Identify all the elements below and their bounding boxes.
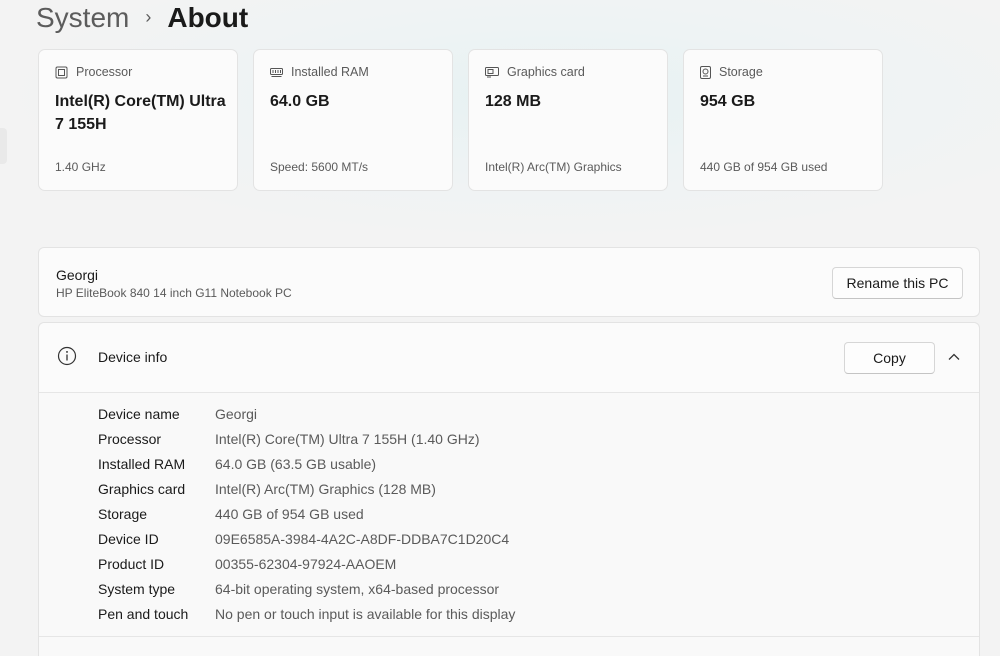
ram-card-title: Installed RAM: [291, 65, 369, 79]
page-title: About: [167, 2, 249, 33]
info-value: 64-bit operating system, x64-based proce…: [215, 580, 500, 597]
pc-name-card: Georgi HP EliteBook 840 14 inch G11 Note…: [38, 247, 980, 317]
device-info-panel: Device info Copy Device name Georgi Proc…: [38, 322, 980, 656]
storage-card-title: Storage: [719, 65, 763, 79]
info-label: Device ID: [98, 530, 159, 547]
info-value: Intel(R) Core(TM) Ultra 7 155H (1.40 GHz…: [215, 430, 480, 447]
info-row-device-name: Device name Georgi: [98, 401, 515, 426]
graphics-card-value: 128 MB: [485, 93, 542, 110]
info-row-system-type: System type 64-bit operating system, x64…: [98, 576, 515, 601]
info-label: Installed RAM: [98, 455, 186, 472]
processor-card-title: Processor: [76, 65, 133, 79]
pc-model: HP EliteBook 840 14 inch G11 Notebook PC: [56, 286, 292, 300]
info-row-pen-and-touch: Pen and touch No pen or touch input is a…: [98, 601, 515, 626]
graphics-card-title: Graphics card: [507, 65, 585, 79]
info-value: 09E6585A-3984-4A2C-A8DF-DDBA7C1D20C4: [215, 530, 510, 547]
info-value: 440 GB of 954 GB used: [215, 505, 364, 522]
processor-card: Processor Intel(R) Core(TM) Ultra 7 155H…: [38, 49, 238, 191]
nav-selection-indicator: [0, 128, 7, 164]
device-info-header[interactable]: Device info Copy: [39, 323, 979, 393]
info-label: System type: [98, 580, 176, 597]
info-value: 64.0 GB (63.5 GB usable): [215, 455, 377, 472]
info-row-product-id: Product ID 00355-62304-97924-AAOEM: [98, 551, 515, 576]
device-info-list: Device name Georgi Processor Intel(R) Co…: [98, 401, 515, 626]
info-icon: [57, 346, 77, 366]
info-value: Georgi: [215, 405, 258, 422]
graphics-card-card: Graphics card 128 MB Intel(R) Arc(TM) Gr…: [468, 49, 668, 191]
info-row-processor: Processor Intel(R) Core(TM) Ultra 7 155H…: [98, 426, 515, 451]
info-row-device-id: Device ID 09E6585A-3984-4A2C-A8DF-DDBA7C…: [98, 526, 515, 551]
ram-card-detail: Speed: 5600 MT/s: [270, 160, 369, 174]
processor-card-value: Intel(R) Core(TM) Ultra 7 155H: [55, 93, 226, 133]
rename-pc-button[interactable]: Rename this PC: [832, 267, 963, 299]
info-label: Product ID: [98, 555, 165, 572]
info-value: 00355-62304-97924-AAOEM: [215, 555, 397, 572]
info-value: No pen or touch input is available for t…: [215, 605, 516, 622]
breadcrumb: System › About: [36, 0, 248, 36]
processor-card-detail: 1.40 GHz: [55, 160, 106, 174]
chevron-up-icon[interactable]: [947, 350, 961, 364]
pc-name: Georgi: [56, 267, 99, 283]
storage-icon: [700, 65, 711, 79]
info-value: Intel(R) Arc(TM) Graphics (128 MB): [215, 480, 436, 497]
ram-icon: [270, 67, 283, 77]
ram-card-value: 64.0 GB: [270, 93, 330, 110]
storage-card: Storage 954 GB 440 GB of 954 GB used: [683, 49, 883, 191]
breadcrumb-chevron-icon: ›: [145, 6, 152, 27]
storage-card-value: 954 GB: [700, 93, 756, 110]
divider: [39, 636, 979, 637]
info-row-storage: Storage 440 GB of 954 GB used: [98, 501, 515, 526]
graphics-card-icon: [485, 66, 499, 77]
info-label: Graphics card: [98, 480, 186, 497]
graphics-card-detail: Intel(R) Arc(TM) Graphics: [485, 160, 622, 174]
storage-card-detail: 440 GB of 954 GB used: [700, 160, 828, 174]
ram-card: Installed RAM 64.0 GB Speed: 5600 MT/s: [253, 49, 453, 191]
info-label: Processor: [98, 430, 162, 447]
copy-button[interactable]: Copy: [844, 342, 935, 374]
info-row-graphics-card: Graphics card Intel(R) Arc(TM) Graphics …: [98, 476, 515, 501]
info-label: Device name: [98, 405, 180, 422]
info-label: Storage: [98, 505, 148, 522]
info-label: Pen and touch: [98, 605, 189, 622]
info-row-installed-ram: Installed RAM 64.0 GB (63.5 GB usable): [98, 451, 515, 476]
breadcrumb-parent-system[interactable]: System: [36, 2, 129, 34]
processor-icon: [55, 66, 68, 78]
device-info-title: Device info: [98, 349, 168, 365]
